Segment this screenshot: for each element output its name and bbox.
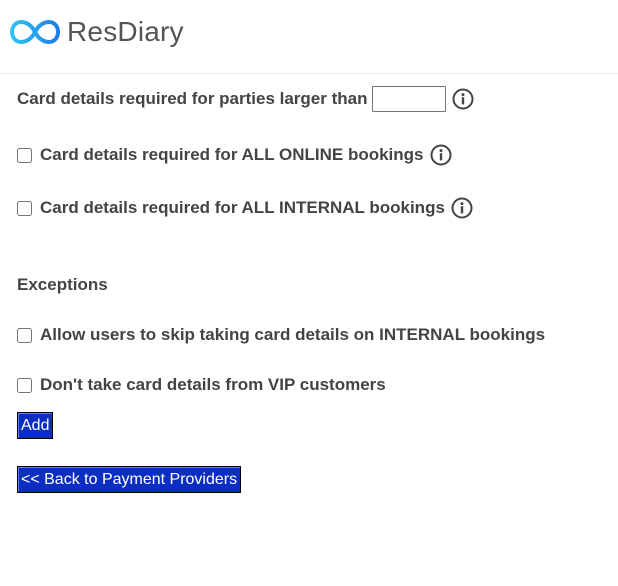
exceptions-heading: Exceptions: [17, 275, 108, 294]
vip-row: Don't take card details from VIP custome…: [17, 375, 386, 395]
info-icon[interactable]: [430, 144, 452, 166]
online-row: Card details required for ALL ONLINE boo…: [17, 144, 452, 166]
party-size-label: Card details required for parties larger…: [17, 89, 368, 108]
logo-infinity-icon: [10, 17, 60, 47]
page-header: ResDiary: [0, 0, 618, 74]
online-required-label: Card details required for ALL ONLINE boo…: [40, 145, 424, 164]
vip-exception-checkbox[interactable]: [17, 377, 32, 393]
internal-required-label: Card details required for ALL INTERNAL b…: [40, 198, 445, 217]
skip-internal-checkbox[interactable]: [17, 327, 32, 343]
online-required-checkbox[interactable]: [17, 147, 32, 163]
info-icon[interactable]: [451, 197, 473, 219]
party-size-input[interactable]: [372, 86, 447, 112]
vip-exception-label: Don't take card details from VIP custome…: [40, 375, 386, 394]
internal-row: Card details required for ALL INTERNAL b…: [17, 197, 473, 219]
skip-internal-label: Allow users to skip taking card details …: [40, 325, 546, 344]
back-to-payment-providers-button[interactable]: << Back to Payment Providers: [17, 466, 242, 493]
add-button[interactable]: Add: [17, 412, 54, 439]
brand-name: ResDiary: [67, 16, 184, 47]
info-icon[interactable]: [452, 88, 474, 110]
resdiary-logo[interactable]: ResDiary: [10, 16, 184, 48]
skip-internal-row: Allow users to skip taking card details …: [17, 325, 545, 345]
internal-required-checkbox[interactable]: [17, 200, 32, 216]
party-size-row: Card details required for parties larger…: [17, 86, 474, 112]
